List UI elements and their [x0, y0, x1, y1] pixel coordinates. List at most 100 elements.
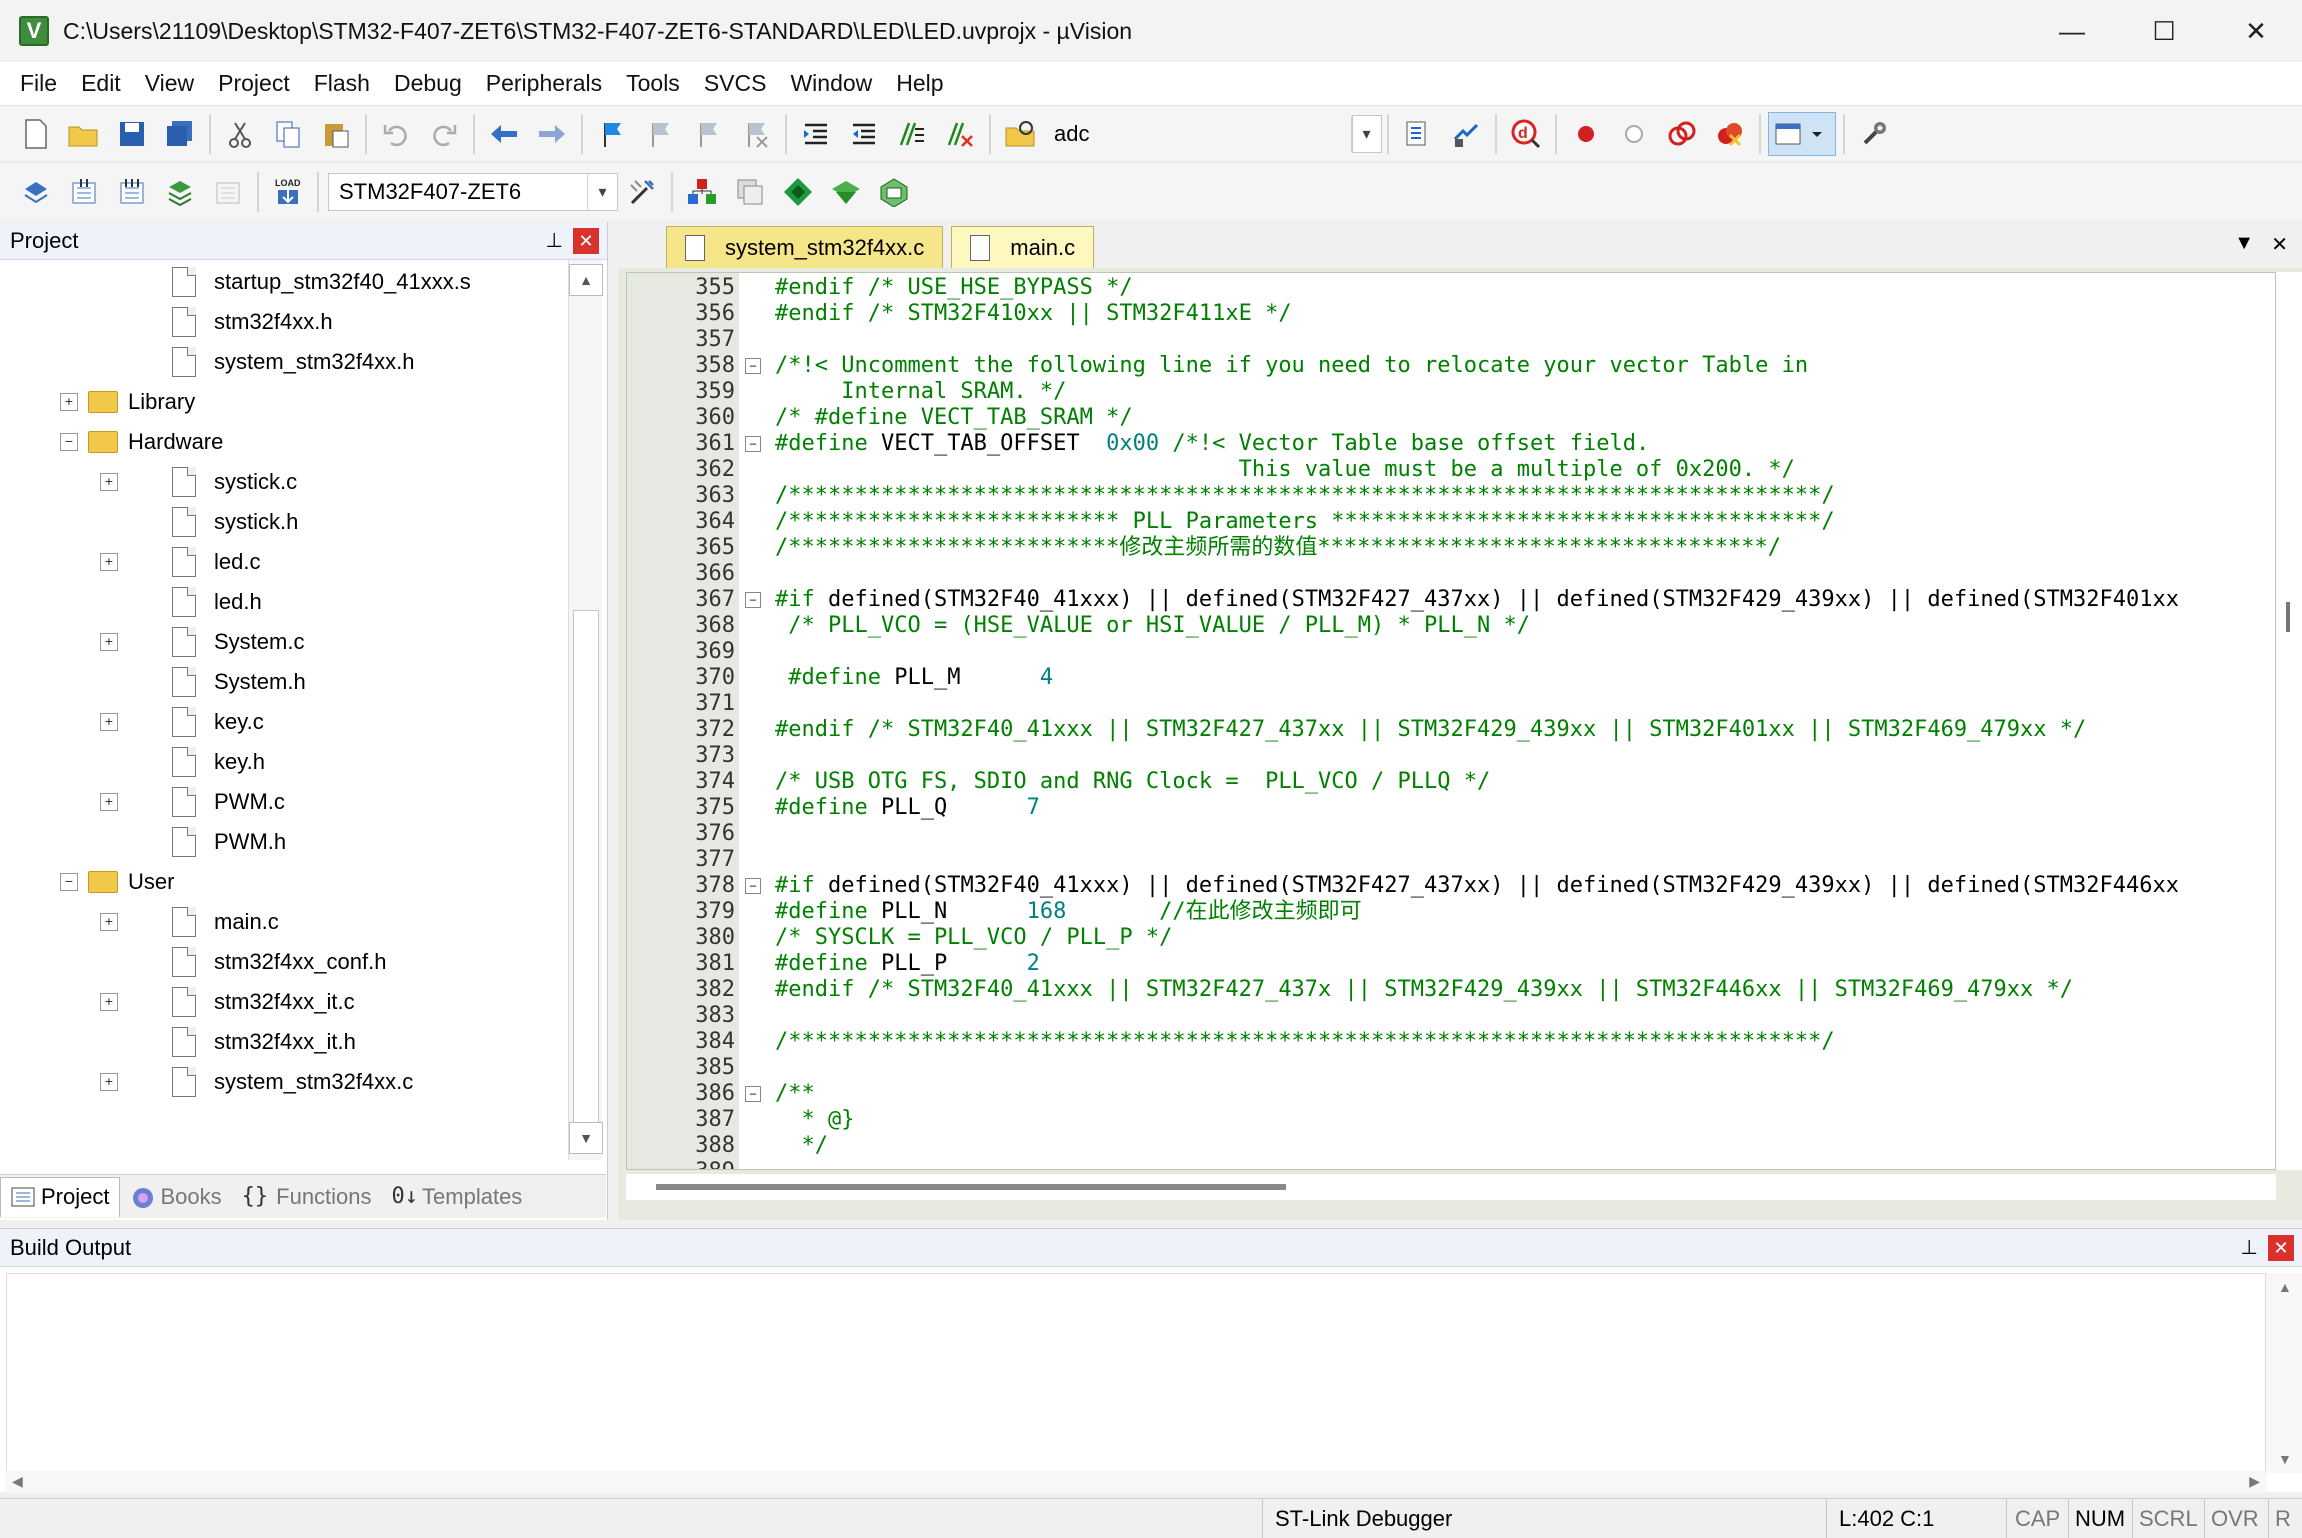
bookmark-clear-icon[interactable] [734, 112, 778, 156]
minimize-button[interactable]: — [2026, 0, 2118, 62]
scroll-up-icon[interactable]: ▲ [2278, 1279, 2292, 1295]
code-line[interactable]: 364 /************************* PLL Parame… [627, 509, 2275, 535]
configure-icon[interactable] [1852, 112, 1896, 156]
kill-all-breakpoints-icon[interactable] [1708, 112, 1752, 156]
new-file-icon[interactable] [14, 112, 58, 156]
expand-icon[interactable]: + [100, 713, 118, 731]
code-line[interactable]: 376 [627, 821, 2275, 847]
code-line[interactable]: 361− #define VECT_TAB_OFFSET 0x00 /*!< Ve… [627, 431, 2275, 457]
browse-symbols-icon[interactable] [1444, 112, 1488, 156]
code-line[interactable]: 367− #if defined(STM32F40_41xxx) || defin… [627, 587, 2275, 613]
code-line[interactable]: 356 #endif /* STM32F410xx || STM32F411xE … [627, 301, 2275, 327]
tree-file[interactable]: key.h [0, 744, 560, 780]
comment-icon[interactable] [890, 112, 934, 156]
maximize-button[interactable]: ☐ [2118, 0, 2210, 62]
menu-window[interactable]: Window [778, 70, 884, 97]
scrollbar-thumb[interactable] [656, 1184, 1286, 1190]
code-line[interactable]: 359 Internal SRAM. */ [627, 379, 2275, 405]
tree-file[interactable]: + main.c [0, 904, 560, 940]
find-combo[interactable]: adc [1044, 115, 1354, 153]
code-line[interactable]: 378− #if defined(STM32F40_41xxx) || defin… [627, 873, 2275, 899]
code-line[interactable]: 373 [627, 743, 2275, 769]
tree-file[interactable]: + stm32f4xx_it.c [0, 984, 560, 1020]
tab-project[interactable]: Project [0, 1176, 121, 1217]
component-viewer-icon[interactable] [872, 170, 916, 214]
bookmark-next-icon[interactable] [686, 112, 730, 156]
rebuild-icon[interactable] [110, 170, 154, 214]
code-line[interactable]: 389 [627, 1159, 2275, 1169]
scroll-down-icon[interactable]: ▼ [569, 1122, 603, 1154]
expand-icon[interactable]: + [100, 913, 118, 931]
cut-icon[interactable] [218, 112, 262, 156]
menu-edit[interactable]: Edit [69, 70, 133, 97]
scroll-up-icon[interactable]: ▲ [569, 264, 603, 296]
code-line[interactable]: 355 #endif /* USE_HSE_BYPASS */ [627, 275, 2275, 301]
tree-file[interactable]: stm32f4xx.h [0, 304, 560, 340]
menu-project[interactable]: Project [206, 70, 302, 97]
tree-file[interactable]: + System.c [0, 624, 560, 660]
tree-file[interactable]: system_stm32f4xx.h [0, 344, 560, 380]
project-tree-scrollbar[interactable]: ▲ ▼ [568, 260, 603, 1160]
window-layout-icon[interactable] [1768, 111, 1836, 156]
manage-run-time-environment-icon[interactable] [776, 170, 820, 214]
scrollbar-thumb[interactable] [2286, 602, 2290, 632]
pin-icon[interactable]: ⊥ [2241, 1235, 2258, 1260]
code-line[interactable]: 369 [627, 639, 2275, 665]
build-output-text[interactable] [6, 1273, 2266, 1473]
scroll-left-icon[interactable]: ◀ [12, 1473, 23, 1490]
disable-all-breakpoints-icon[interactable] [1660, 112, 1704, 156]
code-line[interactable]: 366 [627, 561, 2275, 587]
insert-breakpoint-icon[interactable] [1564, 112, 1608, 156]
expand-icon[interactable]: + [100, 993, 118, 1011]
editor-horizontal-scrollbar[interactable] [626, 1174, 2276, 1200]
expand-icon[interactable]: + [100, 473, 118, 491]
code-line[interactable]: 384 /************************************… [627, 1029, 2275, 1055]
fold-toggle-icon[interactable]: − [745, 878, 761, 894]
collapse-icon[interactable]: − [60, 873, 78, 891]
translate-icon[interactable] [14, 170, 58, 214]
menu-debug[interactable]: Debug [382, 70, 474, 97]
fold-toggle-icon[interactable]: − [745, 436, 761, 452]
code-line[interactable]: 382 #endif /* STM32F40_41xxx || STM32F427… [627, 977, 2275, 1003]
code-line[interactable]: 362 This value must be a multiple of 0x2… [627, 457, 2275, 483]
tree-file[interactable]: + system_stm32f4xx.c [0, 1064, 560, 1100]
tree-file[interactable]: + systick.c [0, 464, 560, 500]
expand-icon[interactable]: + [100, 793, 118, 811]
paste-icon[interactable] [314, 112, 358, 156]
build-output-vertical-scrollbar[interactable]: ▲ ▼ [2266, 1273, 2302, 1473]
tree-folder[interactable]: − User [0, 864, 560, 900]
code-line[interactable]: 387 * @} [627, 1107, 2275, 1133]
code-line[interactable]: 385 [627, 1055, 2275, 1081]
tree-file[interactable]: + key.c [0, 704, 560, 740]
scroll-down-icon[interactable]: ▼ [2278, 1451, 2292, 1467]
copy-icon[interactable] [266, 112, 310, 156]
fold-toggle-icon[interactable]: − [745, 592, 761, 608]
menu-flash[interactable]: Flash [302, 70, 382, 97]
menu-help[interactable]: Help [884, 70, 955, 97]
collapse-icon[interactable]: − [60, 433, 78, 451]
pack-installer-icon[interactable] [824, 170, 868, 214]
redo-icon[interactable] [422, 112, 466, 156]
code-line[interactable]: 370 #define PLL_M 4 [627, 665, 2275, 691]
code-line[interactable]: 386−/** [627, 1081, 2275, 1107]
open-folder-icon[interactable] [62, 112, 106, 156]
enable-breakpoint-icon[interactable] [1612, 112, 1656, 156]
navigate-forward-icon[interactable] [530, 112, 574, 156]
manage-project-items-icon[interactable] [680, 170, 724, 214]
unindent-icon[interactable] [842, 112, 886, 156]
tree-file[interactable]: PWM.h [0, 824, 560, 860]
code-line[interactable]: 380 /* SYSCLK = PLL_VCO / PLL_P */ [627, 925, 2275, 951]
code-line[interactable]: 368 /* PLL_VCO = (HSE_VALUE or HSI_VALUE… [627, 613, 2275, 639]
tab-list-icon[interactable]: ▼ [2234, 232, 2254, 255]
tab-books[interactable]: Books [120, 1177, 231, 1217]
expand-icon[interactable]: + [100, 1073, 118, 1091]
tree-file[interactable]: stm32f4xx_conf.h [0, 944, 560, 980]
code-line[interactable]: 371 [627, 691, 2275, 717]
tree-file[interactable]: + led.c [0, 544, 560, 580]
tree-file[interactable]: stm32f4xx_it.h [0, 1024, 560, 1060]
incremental-find-icon[interactable] [1396, 112, 1440, 156]
code-line[interactable]: 375 #define PLL_Q 7 [627, 795, 2275, 821]
batch-build-icon[interactable] [158, 170, 202, 214]
tab-functions[interactable]: {} Functions [232, 1177, 382, 1217]
start-debug-icon[interactable]: d [1504, 112, 1548, 156]
